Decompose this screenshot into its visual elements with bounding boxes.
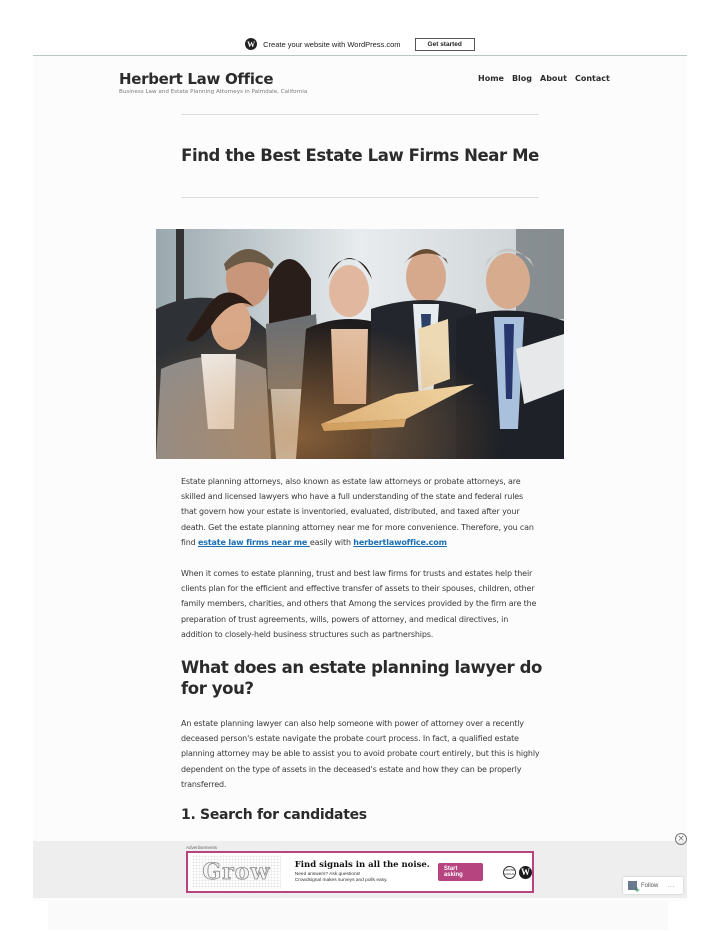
section-heading-search: 1. Search for candidates <box>181 807 367 823</box>
site-title[interactable]: Herbert Law Office <box>119 70 274 88</box>
wordpress-logo-icon: W <box>245 38 258 50</box>
nav-contact[interactable]: Contact <box>575 74 610 83</box>
main-navigation: Home Blog About Contact <box>478 74 610 83</box>
ad-headline: Find signals in all the noise. <box>294 860 430 870</box>
intro-text-middle: easily with <box>309 537 354 547</box>
wordpress-banner-message[interactable]: Create your website with WordPress.com <box>263 40 400 49</box>
nav-home[interactable]: Home <box>478 74 504 83</box>
follow-button[interactable]: Follow ... <box>623 877 683 894</box>
paragraph-estate-planning: When it comes to estate planning, trust … <box>181 569 537 639</box>
ad-logos: CROWD SIGNAL W <box>503 865 532 879</box>
paragraph-intro: Estate planning attorneys, also known as… <box>181 474 541 550</box>
ad-text-block: Find signals in all the noise. Need answ… <box>295 860 430 884</box>
hero-photo-illustration <box>156 229 564 459</box>
close-ad-icon[interactable]: × <box>675 833 687 845</box>
site-description: Business Law and Estate Planning Attorne… <box>119 89 308 95</box>
crowdsignal-logo-icon: CROWD SIGNAL <box>503 865 516 879</box>
advertisement-banner[interactable]: Grow Find signals in all the noise. Need… <box>186 851 534 893</box>
hero-image <box>156 229 564 459</box>
banner-divider <box>33 55 687 56</box>
ad-label: Advertisements <box>186 845 218 850</box>
title-divider-top <box>181 114 539 115</box>
paragraph-lawyer-help: An estate planning lawyer can also help … <box>181 719 540 789</box>
ad-brand-word: Grow <box>192 855 281 889</box>
post-title: Find the Best Estate Law Firms Near Me <box>181 146 539 165</box>
get-started-button[interactable]: Get started <box>414 37 475 51</box>
follow-label: Follow <box>641 882 659 889</box>
title-divider-bottom <box>181 197 539 198</box>
follow-icon <box>628 881 640 894</box>
wordpress-banner: W Create your website with WordPress.com… <box>0 33 720 55</box>
section-heading-what-does: What does an estate planning lawyer do f… <box>181 658 542 698</box>
ad-subline-2: Crowdsignal makes surveys and polls easy… <box>294 878 388 883</box>
nav-about[interactable]: About <box>540 74 567 83</box>
link-estate-law-firms[interactable]: estate law firms near me <box>198 538 310 547</box>
start-asking-button[interactable]: Start asking <box>437 863 483 881</box>
wordpress-logo-icon: W <box>519 865 532 879</box>
intro-text: Estate planning attorneys, also known as… <box>181 477 534 547</box>
link-herbertlawoffice[interactable]: herbertlawoffice.com <box>353 538 447 547</box>
nav-blog[interactable]: Blog <box>512 74 532 83</box>
more-options-icon[interactable]: ... <box>667 883 675 889</box>
